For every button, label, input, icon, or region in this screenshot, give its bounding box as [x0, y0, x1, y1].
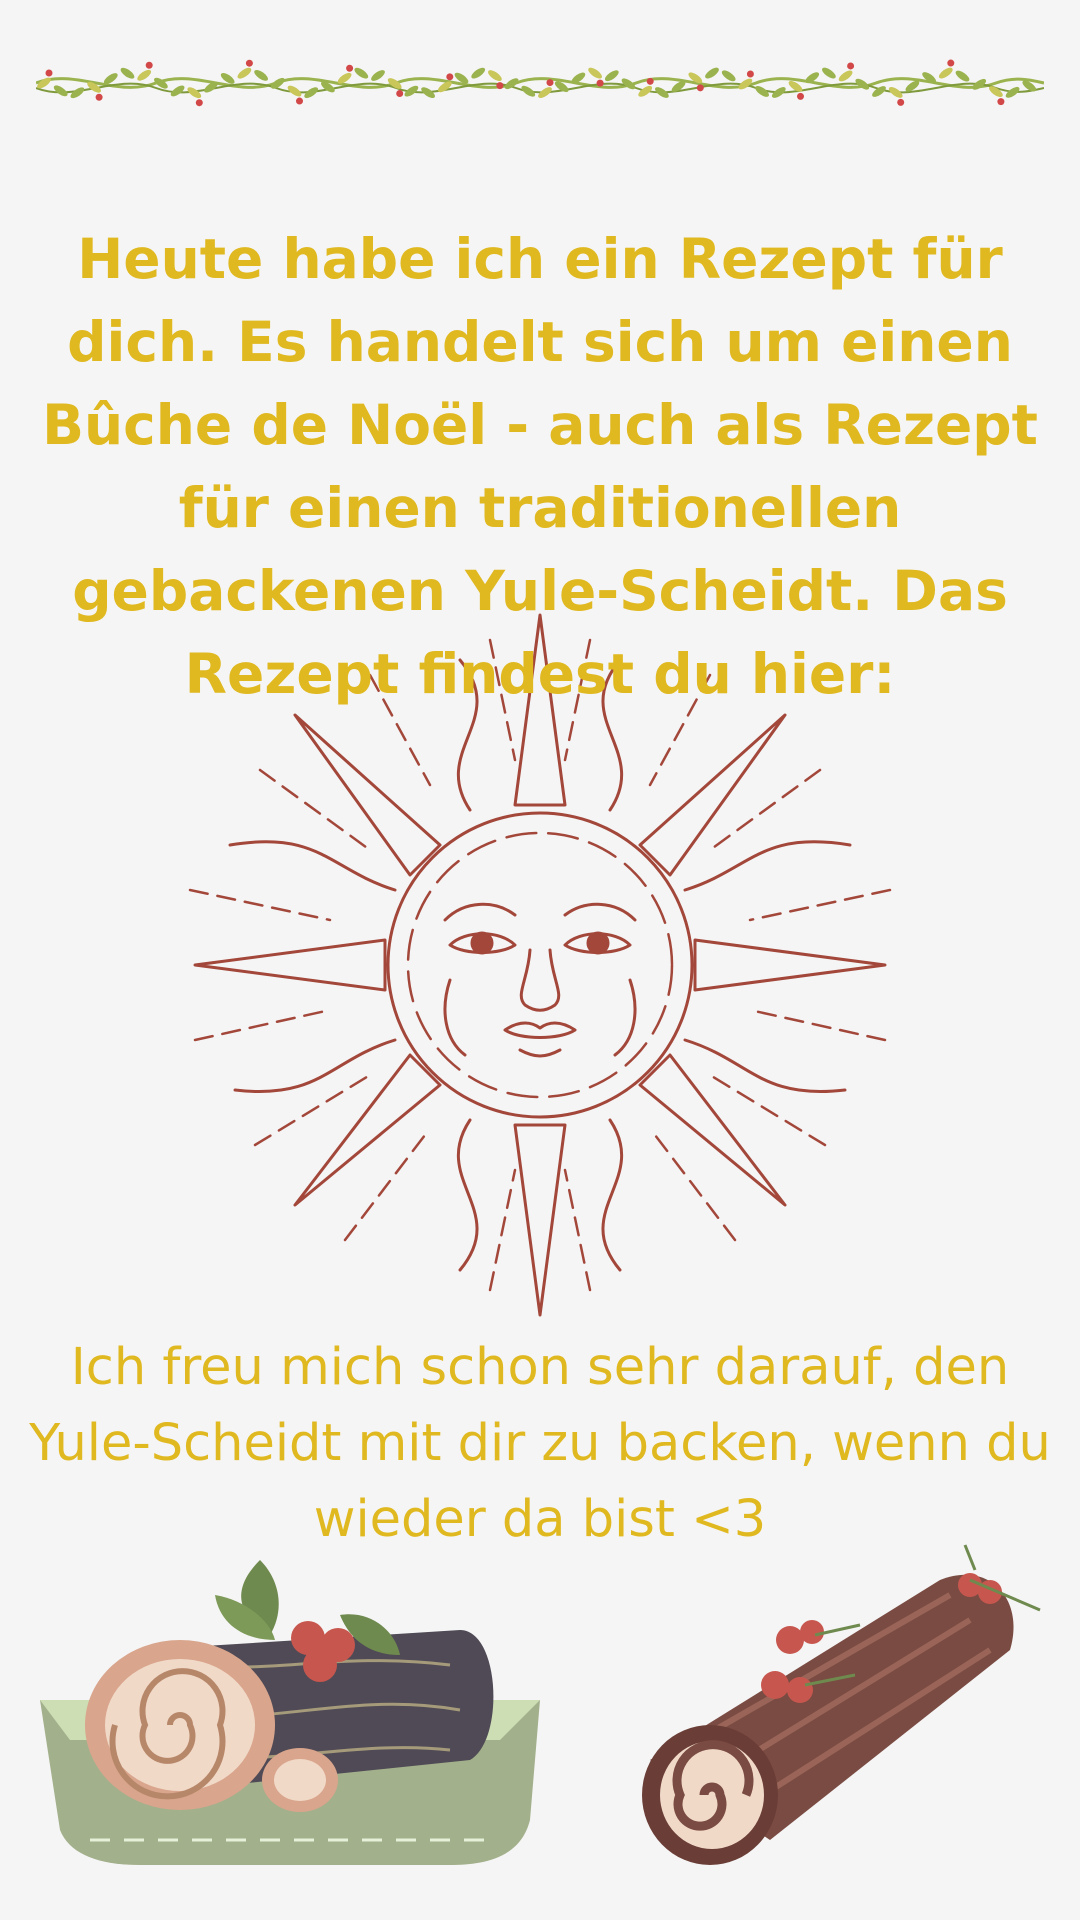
intro-text: Heute habe ich ein Rezept für dich. Es h… [42, 227, 1038, 706]
yule-log-plate-icon [40, 1560, 540, 1865]
chocolate-yule-log-icon [642, 1544, 1041, 1865]
outro-text: Ich freu mich schon sehr darauf, den Yul… [29, 1338, 1051, 1549]
holly-garland-icon [36, 59, 1044, 107]
